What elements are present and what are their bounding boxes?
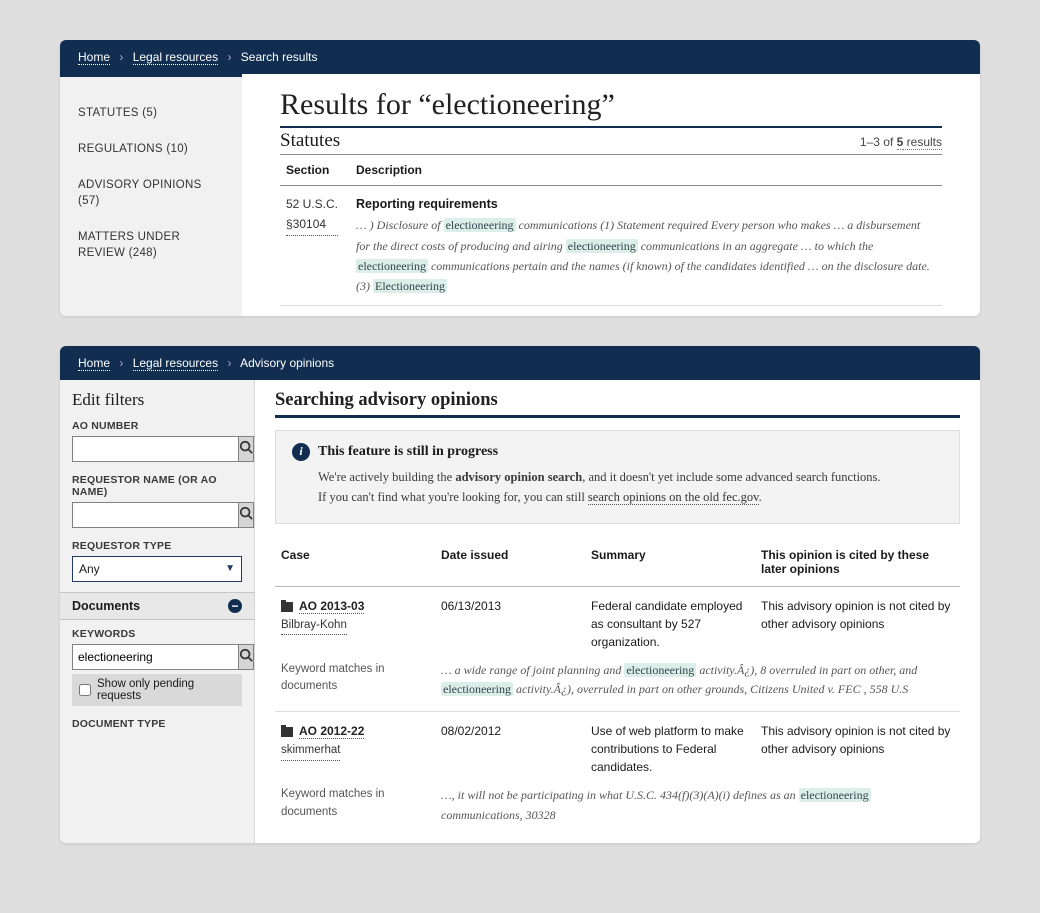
pending-checkbox[interactable]: Show only pending requests: [72, 674, 242, 706]
col-section: Section: [280, 155, 350, 186]
info-text: We're actively building the advisory opi…: [318, 467, 943, 507]
breadcrumb-legal[interactable]: Legal resources: [133, 356, 218, 371]
col-summary: Summary: [585, 542, 755, 587]
keyword-match-row: Keyword matches in documents…, it will n…: [275, 782, 960, 837]
ao-link[interactable]: AO 2013-03: [299, 599, 364, 614]
pending-label: Show only pending requests: [97, 678, 235, 702]
breadcrumb-sep: ›: [227, 50, 231, 64]
info-icon: i: [292, 443, 310, 461]
pending-checkbox-input[interactable]: [79, 684, 91, 696]
ao-number-input[interactable]: [72, 436, 239, 462]
breadcrumb-sep: ›: [227, 356, 231, 370]
documents-label: Documents: [72, 599, 140, 613]
topbar: Home › Legal resources › Advisory opinio…: [60, 346, 980, 380]
keyword-snippet: …, it will not be participating in what …: [435, 782, 960, 837]
date-issued: 06/13/2013: [435, 586, 585, 657]
requestor-name[interactable]: skimmerhat: [281, 742, 340, 760]
card-advisory-opinions: Home › Legal resources › Advisory opinio…: [60, 346, 980, 843]
info-box: i This feature is still in progress We'r…: [275, 430, 960, 524]
requestor-name[interactable]: Bilbray-Kohn: [281, 617, 347, 635]
statute-title: Reporting requirements: [356, 194, 936, 215]
keywords-input[interactable]: [72, 644, 239, 670]
keywords-search-button[interactable]: [239, 644, 254, 670]
ao-number-search-button[interactable]: [239, 436, 254, 462]
col-date: Date issued: [435, 542, 585, 587]
info-heading: This feature is still in progress: [318, 444, 498, 460]
search-icon: [239, 440, 253, 457]
summary: Federal candidate employed as consultant…: [585, 586, 755, 657]
cited-by: This advisory opinion is not cited by ot…: [755, 586, 960, 657]
page-title: Searching advisory opinions: [275, 390, 960, 411]
section-heading-statutes: Statutes: [280, 130, 340, 152]
label-keywords: KEYWORDS: [72, 628, 242, 640]
breadcrumb-current: Search results: [241, 50, 318, 64]
label-doc-type: DOCUMENT TYPE: [72, 718, 242, 730]
chevron-down-icon: ▼: [225, 563, 235, 574]
statute-link[interactable]: 52 U.S.C.§30104: [286, 194, 338, 236]
breadcrumb-home[interactable]: Home: [78, 50, 110, 65]
keyword-snippet: … a wide range of joint planning and ele…: [435, 657, 960, 712]
documents-accordion-header[interactable]: Documents −: [60, 592, 254, 620]
keyword-label: Keyword matches in documents: [275, 782, 435, 837]
breadcrumb-sep: ›: [119, 50, 123, 64]
col-description: Description: [350, 155, 942, 186]
table-row: AO 2012-22 skimmerhat 08/02/2012 Use of w…: [275, 712, 960, 783]
summary: Use of web platform to make contribution…: [585, 712, 755, 783]
breadcrumb-home[interactable]: Home: [78, 356, 110, 371]
breadcrumb-sep: ›: [119, 356, 123, 370]
label-requestor-type: REQUESTOR TYPE: [72, 540, 242, 552]
folder-icon: [281, 727, 293, 737]
date-issued: 08/02/2012: [435, 712, 585, 783]
sidebar-item-matters[interactable]: MATTERS UNDER REVIEW (248): [60, 219, 242, 271]
statutes-table: Section Description 52 U.S.C.§30104 Repo…: [280, 154, 942, 306]
advisory-opinions-table: Case Date issued Summary This opinion is…: [275, 542, 960, 837]
page-title: Results for “electioneering”: [280, 88, 942, 122]
requestor-name-search-button[interactable]: [239, 502, 254, 528]
statute-snippet: … ) Disclosure of electioneering communi…: [356, 215, 936, 297]
sidebar-item-statutes[interactable]: STATUTES (5): [60, 95, 242, 131]
search-icon: [239, 506, 253, 523]
old-fec-link[interactable]: search opinions on the old fec.gov: [588, 490, 759, 505]
folder-icon: [281, 602, 293, 612]
breadcrumb: Home › Legal resources › Search results: [78, 50, 317, 64]
filters-title: Edit filters: [60, 380, 254, 418]
breadcrumb-legal[interactable]: Legal resources: [133, 50, 218, 65]
card-search-results: Home › Legal resources › Search results …: [60, 40, 980, 316]
table-row: AO 2013-03 Bilbray-Kohn 06/13/2013 Federa…: [275, 586, 960, 657]
breadcrumb: Home › Legal resources › Advisory opinio…: [78, 356, 334, 370]
keyword-label: Keyword matches in documents: [275, 657, 435, 712]
sidebar-item-regulations[interactable]: REGULATIONS (10): [60, 131, 242, 167]
cited-by: This advisory opinion is not cited by ot…: [755, 712, 960, 783]
breadcrumb-current: Advisory opinions: [240, 356, 334, 370]
table-row: 52 U.S.C.§30104 Reporting requirements ……: [280, 186, 942, 306]
results-sidebar: STATUTES (5) REGULATIONS (10) ADVISORY O…: [60, 74, 242, 316]
search-icon: [239, 648, 253, 665]
topbar: Home › Legal resources › Search results: [60, 40, 980, 74]
col-case: Case: [275, 542, 435, 587]
result-count: 1–3 of 5 results: [860, 135, 942, 149]
collapse-icon: −: [228, 599, 242, 613]
label-requestor-name: REQUESTOR NAME (OR AO NAME): [72, 474, 242, 498]
sidebar-item-advisory-opinions[interactable]: ADVISORY OPINIONS (57): [60, 167, 242, 219]
requestor-type-select[interactable]: Any ▼: [72, 556, 242, 582]
col-cited: This opinion is cited by these later opi…: [755, 542, 960, 587]
keyword-match-row: Keyword matches in documents… a wide ran…: [275, 657, 960, 712]
requestor-type-value: Any: [79, 562, 100, 576]
label-ao-number: AO NUMBER: [72, 420, 242, 432]
filters-sidebar: Edit filters AO NUMBER REQUESTOR NAME (O…: [60, 380, 255, 843]
requestor-name-input[interactable]: [72, 502, 239, 528]
ao-link[interactable]: AO 2012-22: [299, 724, 364, 739]
